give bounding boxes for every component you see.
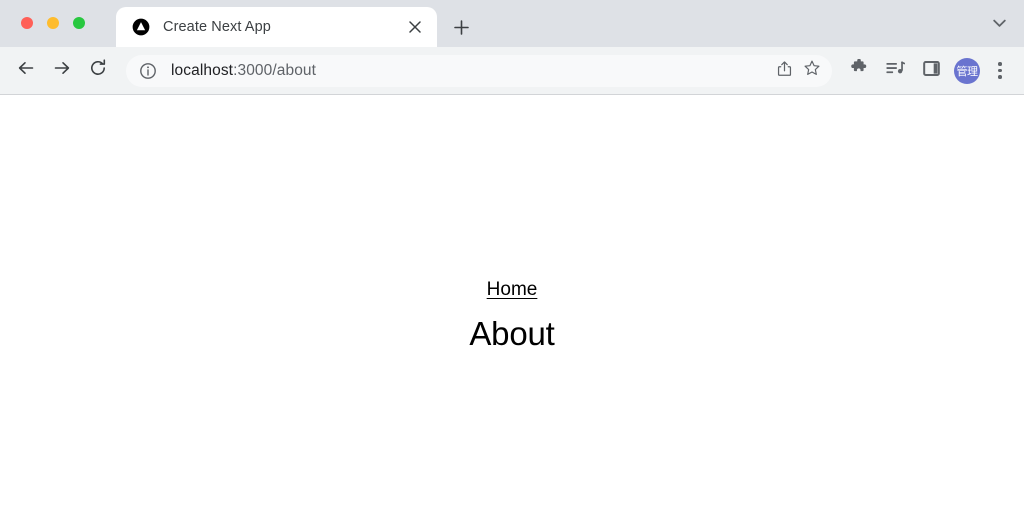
side-panel-button[interactable]: [914, 54, 948, 88]
browser-toolbar: localhost:3000/about 管理: [0, 47, 1024, 95]
star-icon: [803, 59, 821, 82]
back-button[interactable]: [8, 53, 44, 89]
bookmark-button[interactable]: [798, 57, 826, 85]
url-host: localhost: [171, 61, 234, 79]
forward-button[interactable]: [44, 53, 80, 89]
tab-strip: Create Next App: [0, 0, 1024, 47]
url-path: :3000/about: [233, 61, 317, 79]
menu-dot-icon: [998, 68, 1002, 73]
minimize-window-button[interactable]: [47, 17, 59, 29]
tab-title: Create Next App: [163, 19, 271, 35]
tab-create-next-app[interactable]: Create Next App: [116, 7, 437, 47]
page-title: About: [469, 315, 555, 352]
extensions-button[interactable]: [842, 54, 876, 88]
chevron-down-icon: [992, 15, 1006, 33]
profile-avatar[interactable]: 管理: [954, 57, 980, 84]
arrow-left-icon: [16, 58, 36, 83]
close-window-button[interactable]: [21, 17, 33, 29]
arrow-right-icon: [52, 58, 72, 83]
browser-window: Create Next App localhost:3000/about 管理 …: [0, 0, 1024, 523]
page-viewport: Home About: [0, 95, 1024, 523]
nextjs-logo-icon: [132, 18, 150, 36]
media-controls-button[interactable]: [878, 54, 912, 88]
new-tab-button[interactable]: [439, 7, 483, 47]
reload-button[interactable]: [80, 53, 116, 89]
tab-search-button[interactable]: [982, 8, 1016, 40]
menu-dot-icon: [998, 75, 1002, 79]
side-panel-icon: [922, 59, 941, 83]
puzzle-piece-icon: [850, 58, 869, 83]
chrome-menu-button[interactable]: [986, 54, 1014, 88]
menu-dot-icon: [998, 62, 1002, 66]
tab-list: Create Next App: [116, 7, 483, 47]
url-text: localhost:3000/about: [171, 62, 770, 80]
media-playlist-note-icon: [885, 59, 906, 83]
share-button[interactable]: [770, 57, 798, 85]
reload-icon: [88, 58, 108, 83]
share-icon: [776, 60, 793, 82]
close-icon[interactable]: [403, 15, 427, 39]
page-content: Home About: [0, 279, 1024, 353]
address-bar[interactable]: localhost:3000/about: [126, 54, 832, 87]
maximize-window-button[interactable]: [73, 17, 85, 29]
home-link[interactable]: Home: [487, 279, 538, 301]
window-controls: [21, 17, 85, 29]
info-circle-icon[interactable]: [138, 61, 158, 81]
